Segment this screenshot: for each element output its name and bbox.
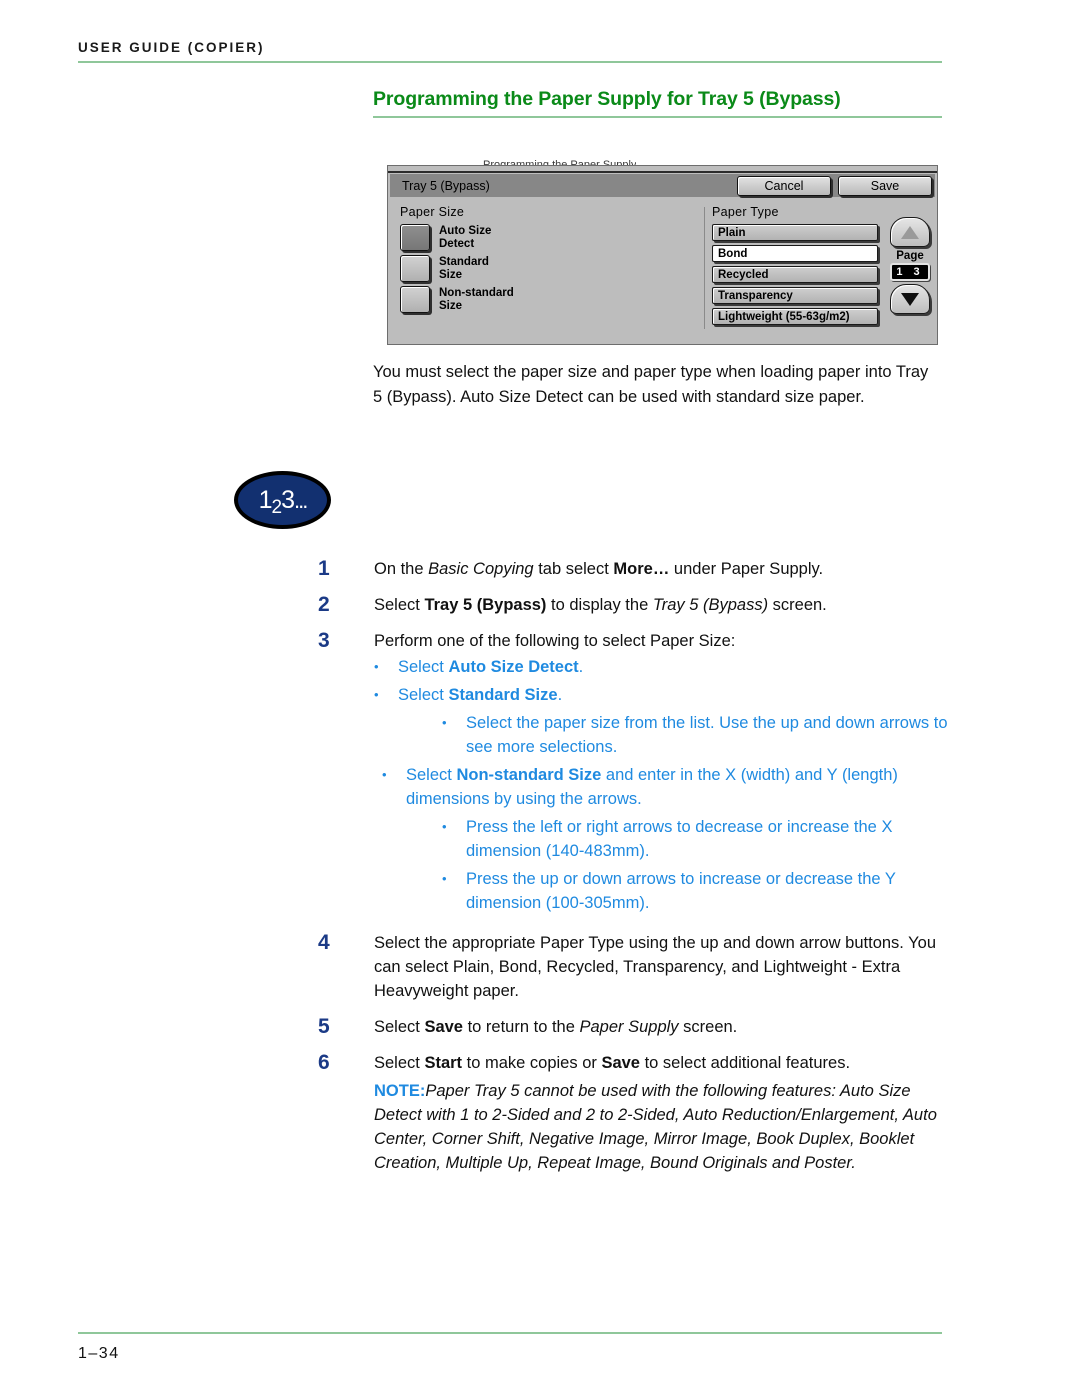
paper-type-option-transparency[interactable]: Transparency: [712, 287, 878, 304]
paper-size-option-non-standard-size[interactable]: Non-standard Size: [400, 286, 700, 313]
step-number-2: 2: [318, 593, 330, 616]
section-title-underline: [373, 116, 942, 118]
note-body: Paper Tray 5 cannot be used with the fol…: [374, 1082, 937, 1172]
document-page: User Guide (Copier) Programming the Pape…: [0, 0, 1080, 1397]
bullet-text: Press the left or right arrows to decrea…: [466, 818, 893, 860]
paper-type-option-lightweight[interactable]: Lightweight (55-63g/m2): [712, 308, 878, 325]
step-number-3: 3: [318, 629, 330, 652]
badge-digit-1: 1: [258, 485, 273, 514]
step-3: 3 Perform one of the following to select…: [318, 629, 958, 919]
badge-digit-2: 2: [271, 496, 283, 518]
triangle-down-glyph: [901, 292, 919, 306]
page-indicator-readout: 1 3: [890, 263, 930, 281]
bullet-dot-icon: •: [442, 871, 447, 886]
paper-type-pager: Page 1 3: [888, 217, 932, 314]
step-3-bullets: • Select Auto Size Detect. • Select Stan…: [374, 655, 958, 915]
step-text-6: Select Start to make copies or Save to s…: [374, 1051, 958, 1175]
bullet-auto-size-detect: • Select Auto Size Detect.: [374, 655, 958, 679]
step-text-2: Select Tray 5 (Bypass) to display the Tr…: [374, 596, 827, 614]
paper-size-checkbox-nonstandard[interactable]: [400, 286, 430, 313]
step-4: 4 Select the appropriate Paper Type usin…: [318, 931, 958, 1003]
footer-page-number: 1–34: [78, 1345, 120, 1362]
paper-size-label-nonstandard: Non-standard Size: [439, 287, 514, 312]
triangle-up-glyph: [901, 225, 919, 239]
bullet-dot-icon: •: [442, 715, 447, 730]
paper-type-option-recycled[interactable]: Recycled: [712, 266, 878, 283]
step-6: 6 Select Start to make copies or Save to…: [318, 1051, 958, 1175]
running-header-text: User Guide (Copier): [78, 40, 265, 55]
step-number-6: 6: [318, 1051, 330, 1074]
bullet-dot-icon: •: [374, 659, 379, 674]
paper-type-column: Paper Type Plain Bond Recycled Transpare…: [712, 205, 930, 329]
paper-size-option-standard-size[interactable]: Standard Size: [400, 255, 700, 282]
bullet-text: Select the paper size from the list. Use…: [466, 714, 948, 756]
page-title: Programming the Paper Supply for Tray 5 …: [373, 88, 841, 110]
screen-titlebar-actions: Cancel Save: [730, 174, 935, 197]
intro-paragraph: You must select the paper size and paper…: [373, 363, 929, 406]
footer-divider: [78, 1332, 942, 1334]
bullet-text: Press the up or down arrows to increase …: [466, 870, 896, 912]
figure-top-strip: Programming the Paper Supply: [388, 160, 937, 173]
step-number-1: 1: [318, 557, 330, 580]
cancel-button[interactable]: Cancel: [737, 175, 831, 196]
step-text-4: Select the appropriate Paper Type using …: [374, 934, 937, 1000]
step-1: 1 On the Basic Copying tab select More… …: [318, 557, 958, 581]
step-5: 5 Select Save to return to the Paper Sup…: [318, 1015, 958, 1039]
procedure-badge-text: 123...: [258, 485, 309, 517]
header-divider: [78, 61, 942, 63]
figure-clipped-caption: Programming the Paper Supply: [483, 160, 636, 165]
step-text-1: On the Basic Copying tab select More… un…: [374, 560, 824, 578]
bullet-dot-icon: •: [442, 819, 447, 834]
procedure-badge: 123...: [234, 471, 331, 529]
bullet-text: Select Auto Size Detect.: [398, 658, 584, 676]
note-keyword: NOTE:: [374, 1082, 426, 1100]
bullet-select-paper-size-from-list: • Select the paper size from the list. U…: [374, 711, 958, 759]
save-button[interactable]: Save: [838, 175, 932, 196]
paper-size-column: Paper Size Auto Size Detect Standard Siz…: [400, 205, 700, 317]
paper-size-option-auto-size-detect[interactable]: Auto Size Detect: [400, 224, 700, 251]
bullet-non-standard-size: • Select Non-standard Size and enter in …: [374, 763, 958, 811]
step-number-5: 5: [318, 1015, 330, 1038]
column-divider: [704, 207, 705, 329]
running-header: User Guide (Copier): [78, 40, 942, 63]
paper-size-heading: Paper Size: [400, 205, 465, 219]
bullet-text: Select Standard Size.: [398, 686, 563, 704]
paper-size-checkbox-auto[interactable]: [400, 224, 430, 251]
paper-size-label-auto: Auto Size Detect: [439, 225, 492, 250]
screen-titlebar: Tray 5 (Bypass) Cancel Save: [390, 174, 935, 197]
step-text-5: Select Save to return to the Paper Suppl…: [374, 1018, 738, 1036]
bullet-text: Select Non-standard Size and enter in th…: [406, 766, 898, 808]
step-number-4: 4: [318, 931, 330, 954]
bullet-standard-size: • Select Standard Size.: [374, 683, 958, 707]
bullet-x-dimension: • Press the left or right arrows to decr…: [374, 815, 958, 863]
badge-ellipsis: ...: [294, 487, 308, 513]
step-2: 2 Select Tray 5 (Bypass) to display the …: [318, 593, 958, 617]
scroll-up-icon[interactable]: [890, 217, 930, 247]
paper-size-checkbox-standard[interactable]: [400, 255, 430, 282]
bullet-y-dimension: • Press the up or down arrows to increas…: [374, 867, 958, 915]
step-text-3: Perform one of the following to select P…: [374, 629, 958, 919]
screen-title-label: Tray 5 (Bypass): [402, 178, 490, 193]
bullet-dot-icon: •: [382, 767, 387, 782]
scroll-down-icon[interactable]: [890, 284, 930, 314]
screen-panel-body: Paper Size Auto Size Detect Standard Siz…: [390, 199, 935, 341]
bullet-dot-icon: •: [374, 687, 379, 702]
note-block: NOTE:Paper Tray 5 cannot be used with th…: [374, 1079, 958, 1175]
paper-type-option-plain[interactable]: Plain: [712, 224, 878, 241]
procedure-steps: 1 On the Basic Copying tab select More… …: [318, 557, 958, 1187]
step-3-lead: Perform one of the following to select P…: [374, 632, 736, 650]
badge-digit-3: 3: [281, 485, 295, 514]
step-6-lead: Select Start to make copies or Save to s…: [374, 1054, 851, 1072]
paper-size-label-standard: Standard Size: [439, 256, 489, 281]
section-heading: Programming the Paper Supply for Tray 5 …: [373, 88, 942, 118]
copier-touchscreen-figure: Programming the Paper Supply Tray 5 (Byp…: [387, 160, 938, 345]
paper-type-option-bond[interactable]: Bond: [712, 245, 878, 262]
page-indicator-label: Page: [896, 250, 924, 262]
